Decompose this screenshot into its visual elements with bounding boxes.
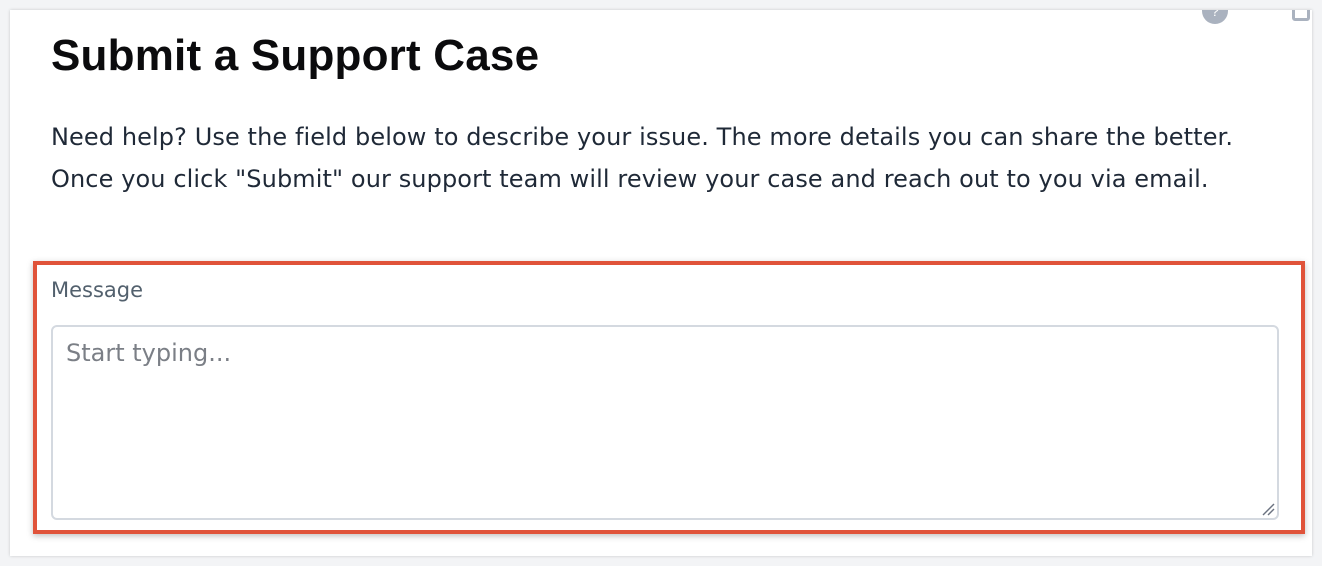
help-icon[interactable]: ? xyxy=(1202,10,1228,24)
dialog-corner-controls: ? xyxy=(1202,10,1310,24)
intro-text: Need help? Use the field below to descri… xyxy=(51,123,1234,193)
support-case-dialog: ? Submit a Support Case Need help? Use t… xyxy=(10,10,1312,556)
resize-handle-icon[interactable] xyxy=(1261,502,1275,516)
message-input[interactable] xyxy=(53,327,1277,518)
message-textarea-container xyxy=(51,325,1279,520)
message-label: Message xyxy=(51,278,144,302)
page-title: Submit a Support Case xyxy=(51,31,540,80)
close-icon[interactable] xyxy=(1292,10,1310,21)
